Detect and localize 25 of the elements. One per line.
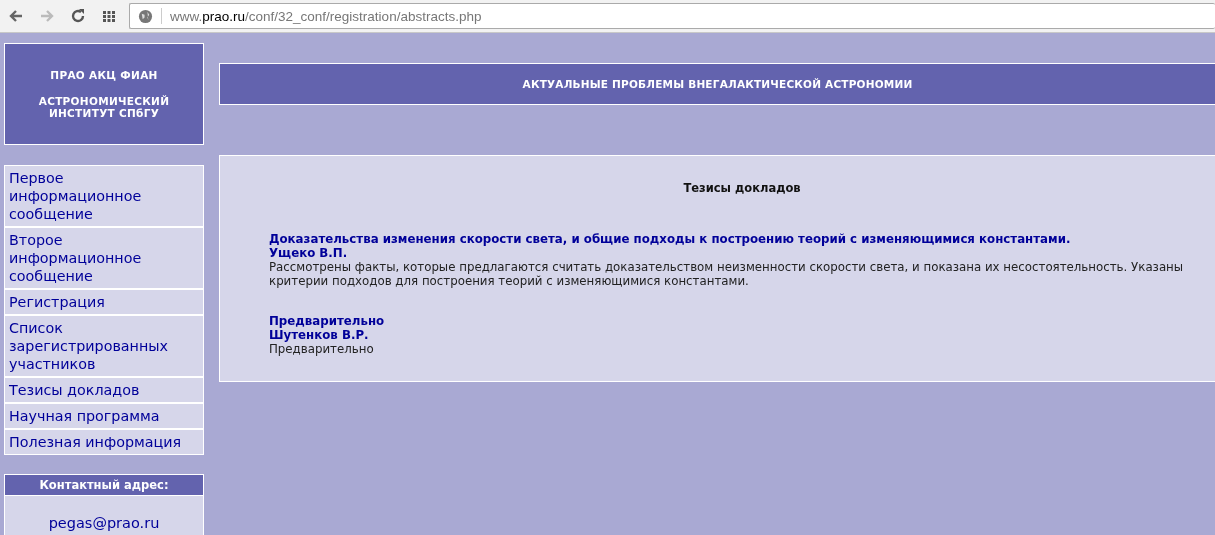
abstract-text: Рассмотрены факты, которые предлагаются считать доказательством неизменности скорости света, и показана их несостоятельность. Указаны критерии подходов для построения теорий с изменяющимися константами. [269, 260, 1185, 288]
globe-icon [138, 8, 153, 24]
nav-link[interactable]: Тезисы докладов [5, 378, 203, 404]
nav-link[interactable]: Регистрация [5, 290, 203, 316]
reload-icon[interactable] [70, 8, 86, 24]
nav-link[interactable]: Список зарегистрированных участников [5, 316, 203, 378]
abstract-text: Предварительно [269, 342, 375, 356]
abstract-title: Доказательства изменения скорости света, и общие подходы к построению теорий с изменяющимися константами. [269, 232, 1072, 246]
nav-link[interactable]: Второе информационное сообщение [5, 228, 203, 290]
back-icon[interactable] [8, 8, 24, 24]
apps-icon[interactable] [101, 8, 117, 24]
email-link[interactable]: pegas@prao.ru [48, 515, 160, 531]
header-text: АСТРОНОМИЧЕСКИЙ ИНСТИТУТ СПбГУ [37, 95, 171, 119]
nav-link[interactable]: Научная программа [5, 404, 203, 430]
nav-link[interactable]: Полезная информация [5, 430, 203, 454]
abstract-author: Шутенков В.Р. [269, 328, 370, 342]
url-text: www.prao.ru/conf/32_conf/registration/abstracts.php [170, 8, 482, 24]
banner-title: АКТУАЛЬНЫЕ ПРОБЛЕМЫ ВНЕГАЛАКТИЧЕСКОЙ АСТРОНОМИИ [522, 78, 913, 90]
abstract-author: Ущеко В.П. [269, 246, 349, 260]
address-bar[interactable]: www.prao.ru/conf/32_conf/registration/abstracts.php [129, 3, 1215, 29]
contact-heading: Контактный адрес: [5, 475, 203, 496]
page-heading: Тезисы докладов [682, 181, 802, 195]
nav-link[interactable]: Первое информационное сообщение [5, 166, 203, 228]
abstract-title: Предварительно [269, 314, 386, 328]
header-text: ПРАО АКЦ ФИАН [49, 69, 159, 81]
